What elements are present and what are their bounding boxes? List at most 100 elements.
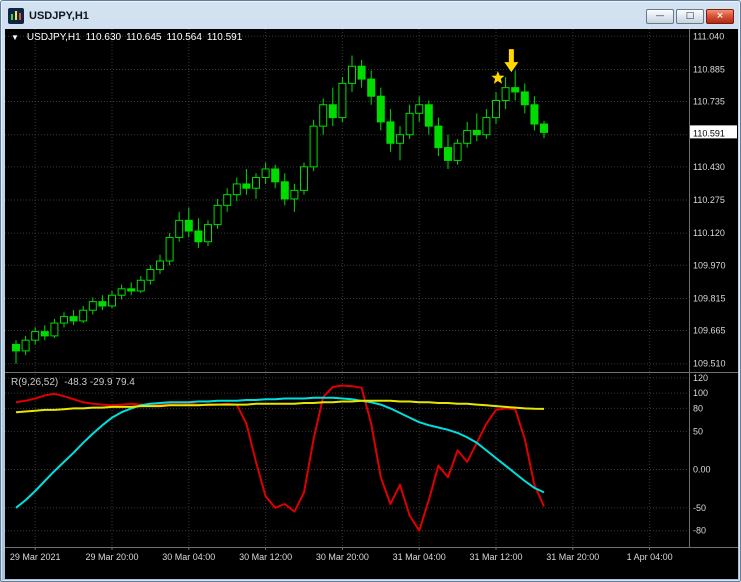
candle-body xyxy=(280,181,289,200)
candle-body xyxy=(472,129,481,136)
candle-body xyxy=(213,204,222,226)
candle-body xyxy=(21,339,30,352)
close-button[interactable]: × xyxy=(706,8,734,24)
down-arrow-icon xyxy=(504,49,519,73)
price-axis-label: 110.735 xyxy=(693,97,725,107)
candle-body xyxy=(319,104,328,127)
time-axis-label: 30 Mar 04:00 xyxy=(162,552,215,562)
price-axis-label: 110.430 xyxy=(693,162,725,172)
price-axis-label: 109.510 xyxy=(693,359,726,369)
candle-body xyxy=(328,104,337,119)
candle-body xyxy=(88,301,97,311)
window-controls: — □ × xyxy=(646,8,734,24)
candle-body xyxy=(146,269,155,281)
time-axis-label: 31 Mar 12:00 xyxy=(469,552,522,562)
candle-body xyxy=(492,99,500,119)
candle-body xyxy=(232,183,241,196)
candle-body xyxy=(79,309,88,322)
candle-body xyxy=(424,104,433,127)
time-axis-label: 29 Mar 2021 xyxy=(10,552,61,562)
minimize-button[interactable]: — xyxy=(646,8,674,24)
candle-body xyxy=(242,183,251,189)
chart-window: USDJPY,H1 — □ × 29 Mar 2021 29 Mar 20:00 3… xyxy=(0,0,741,582)
candle-body xyxy=(127,288,136,292)
candle-body xyxy=(117,288,126,296)
current-price-label: 110.591 xyxy=(693,128,725,138)
candle-body xyxy=(108,294,116,307)
chart-client-area[interactable]: 29 Mar 2021 29 Mar 20:00 30 Mar 04:00 30 Ma… xyxy=(5,29,738,579)
candle-body xyxy=(520,91,529,106)
candle-body xyxy=(98,301,107,307)
candle-body xyxy=(357,65,366,80)
candle-body xyxy=(156,260,164,271)
candle-body xyxy=(290,189,299,200)
window-title: USDJPY,H1 xyxy=(29,10,89,22)
indicator-line-medium xyxy=(15,396,545,509)
candle-body xyxy=(396,134,404,144)
indicator-axis-label: 0.00 xyxy=(693,465,711,475)
indicator-axis-label: 50 xyxy=(693,426,703,436)
candle-body xyxy=(223,194,232,206)
candle-body xyxy=(309,125,318,168)
candle-body xyxy=(453,142,462,161)
time-axis-label: 29 Mar 20:00 xyxy=(85,552,138,562)
indicator-axis-label: -80 xyxy=(693,526,706,536)
candle-body xyxy=(12,343,20,352)
candle-body xyxy=(136,279,145,292)
candle-body xyxy=(511,87,520,93)
candle-body xyxy=(252,177,260,189)
candle-body xyxy=(69,316,78,322)
candle-body xyxy=(434,125,443,149)
candle-body xyxy=(175,219,184,238)
candle-body xyxy=(194,230,203,243)
price-axis-label: 109.970 xyxy=(693,260,726,270)
candle-body xyxy=(300,166,308,191)
candle-body xyxy=(348,65,356,84)
chart-canvas[interactable]: 29 Mar 2021 29 Mar 20:00 30 Mar 04:00 30 Ma… xyxy=(5,29,738,579)
star-icon xyxy=(491,71,505,84)
candle-body xyxy=(60,316,68,324)
indicator-axis-label: 100 xyxy=(693,388,708,398)
titlebar[interactable]: USDJPY,H1 — □ × xyxy=(5,4,736,28)
price-axis-label: 109.815 xyxy=(693,293,726,303)
icon-bar xyxy=(11,14,13,20)
candle-body xyxy=(386,121,395,144)
candle-body xyxy=(530,104,539,125)
candle-body xyxy=(204,224,212,243)
candle-body xyxy=(482,117,491,136)
chart-window-icon[interactable] xyxy=(8,8,24,24)
candle-body xyxy=(415,104,424,114)
indicator-axis-label: 120 xyxy=(693,373,708,383)
candle-body xyxy=(50,322,59,337)
time-axis-label: 31 Mar 20:00 xyxy=(546,552,599,562)
price-axis-label: 109.665 xyxy=(693,326,726,336)
candle-body xyxy=(31,331,40,341)
candle-body xyxy=(463,129,472,144)
time-axis-label: 31 Mar 04:00 xyxy=(393,552,446,562)
candle-body xyxy=(376,95,385,123)
candle-body xyxy=(405,112,414,136)
price-axis-label: 110.120 xyxy=(693,228,725,238)
indicator-line-slow xyxy=(15,399,545,414)
price-axis-label: 110.275 xyxy=(693,195,725,205)
candle-body xyxy=(40,331,49,337)
candle-body xyxy=(444,147,452,161)
maximize-button[interactable]: □ xyxy=(676,8,704,24)
icon-bar xyxy=(15,11,17,20)
time-axis-label: 30 Mar 20:00 xyxy=(316,552,369,562)
candle-body xyxy=(261,168,270,179)
candle-body xyxy=(184,219,193,232)
time-axis-label: 30 Mar 12:00 xyxy=(239,552,292,562)
icon-bar xyxy=(19,13,21,20)
candle-body xyxy=(338,82,347,119)
candle-body xyxy=(367,78,376,97)
time-axis-label: 1 Apr 04:00 xyxy=(627,552,673,562)
indicator-axis-label: -50 xyxy=(693,503,706,513)
candle-body xyxy=(540,123,548,133)
price-axis-label: 110.885 xyxy=(693,64,725,74)
candle-body xyxy=(165,236,174,262)
candle-body xyxy=(271,168,280,183)
price-axis-label: 111.040 xyxy=(693,31,724,41)
indicator-axis-label: 80 xyxy=(693,403,703,413)
candle-body xyxy=(501,87,510,101)
